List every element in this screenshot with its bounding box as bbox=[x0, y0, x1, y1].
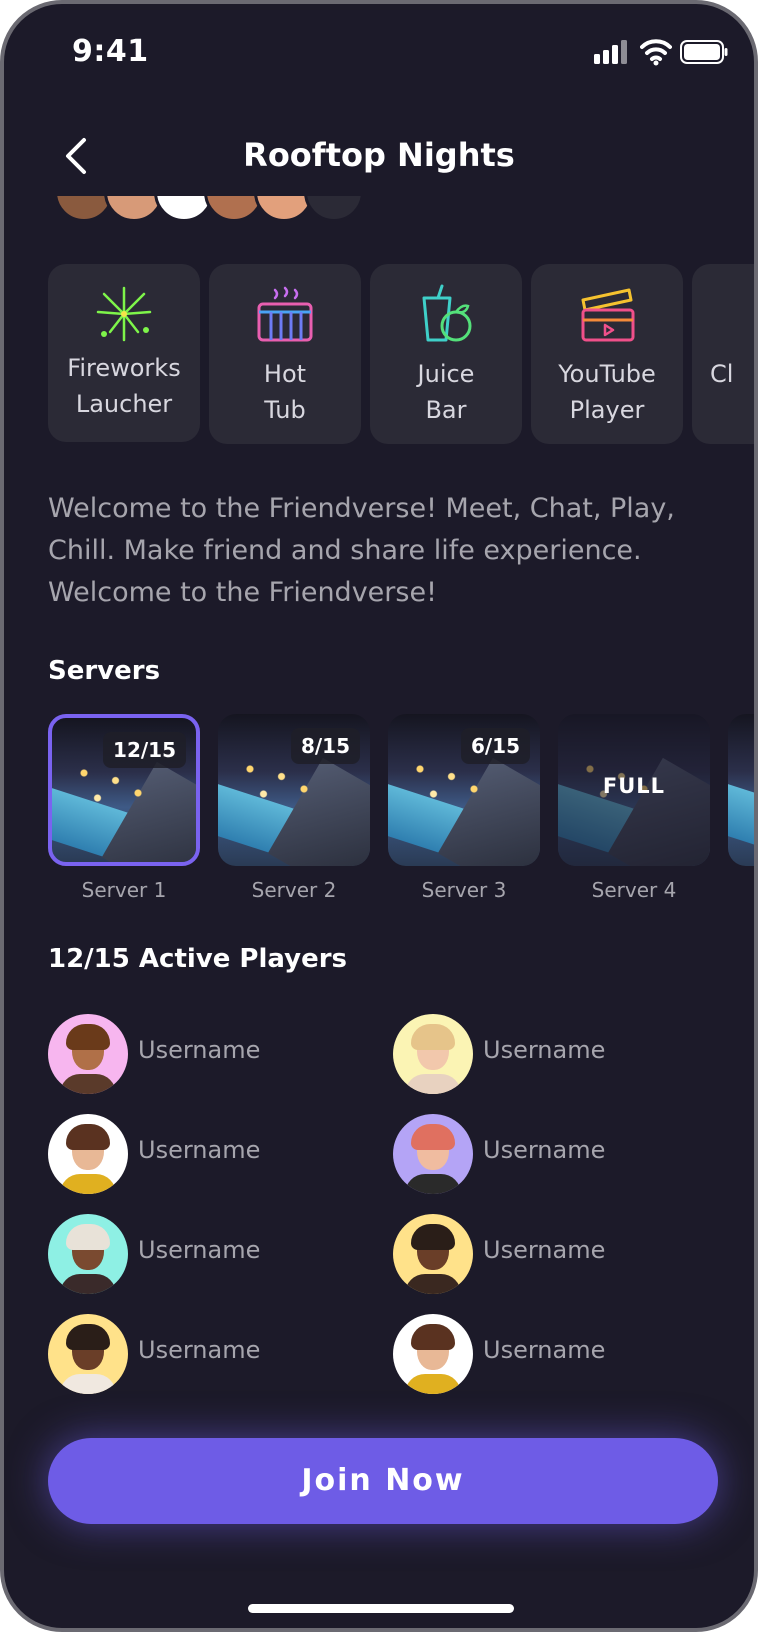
fireworks-icon bbox=[96, 286, 152, 342]
player-item[interactable]: Username bbox=[48, 1014, 368, 1094]
activity-card-partial[interactable]: Cl bbox=[692, 264, 754, 444]
server-count-badge: 6/15 bbox=[460, 728, 530, 764]
activity-label: Juice Bar bbox=[417, 360, 475, 424]
active-players-heading: 12/15 Active Players bbox=[48, 944, 348, 974]
servers-heading: Servers bbox=[48, 656, 161, 686]
server-carousel: 12/15 Server 1 8/15 Server 2 6/15 Server… bbox=[48, 714, 754, 904]
wifi-icon bbox=[640, 39, 672, 66]
battery-icon bbox=[680, 40, 728, 64]
server-count-badge: 8/15 bbox=[290, 728, 360, 764]
server-card-4[interactable]: FULL Server 4 bbox=[558, 714, 710, 902]
player-avatar bbox=[393, 1214, 473, 1294]
player-item[interactable]: Username bbox=[393, 1314, 713, 1394]
server-name: Server 3 bbox=[421, 878, 507, 902]
server-full-label: FULL bbox=[602, 774, 666, 798]
home-indicator bbox=[248, 1604, 514, 1613]
server-card-partial[interactable] bbox=[728, 714, 754, 866]
clapperboard-icon bbox=[581, 288, 635, 342]
player-item[interactable]: Username bbox=[393, 1214, 713, 1294]
player-item[interactable]: Username bbox=[48, 1214, 368, 1294]
player-username: Username bbox=[483, 1136, 606, 1164]
player-avatar bbox=[393, 1314, 473, 1394]
status-bar: 9:41 bbox=[4, 4, 754, 104]
server-thumbnail bbox=[728, 714, 754, 866]
player-item[interactable]: Username bbox=[48, 1114, 368, 1194]
member-avatar bbox=[304, 196, 364, 222]
activity-card-youtube-player[interactable]: YouTube Player bbox=[531, 264, 683, 444]
server-card-1[interactable]: 12/15 Server 1 bbox=[48, 714, 200, 902]
server-card-3[interactable]: 6/15 Server 3 bbox=[388, 714, 540, 902]
player-avatar bbox=[48, 1314, 128, 1394]
join-now-button[interactable]: Join Now bbox=[48, 1438, 718, 1524]
phone-frame: 9:41 Rooftop Nights Fireworks Laucher Ho… bbox=[0, 0, 758, 1632]
member-avatar-strip bbox=[54, 196, 374, 222]
server-thumbnail: 8/15 bbox=[218, 714, 370, 866]
server-thumbnail: FULL bbox=[558, 714, 710, 866]
server-name: Server 4 bbox=[591, 878, 677, 902]
activity-label: Hot Tub bbox=[263, 360, 307, 424]
player-username: Username bbox=[138, 1136, 261, 1164]
server-thumbnail: 6/15 bbox=[388, 714, 540, 866]
activity-card-juice-bar[interactable]: Juice Bar bbox=[370, 264, 522, 444]
player-item[interactable]: Username bbox=[393, 1114, 713, 1194]
player-username: Username bbox=[483, 1236, 606, 1264]
hot-tub-icon bbox=[257, 286, 313, 342]
player-username: Username bbox=[483, 1036, 606, 1064]
activity-label: YouTube Player bbox=[558, 360, 656, 424]
player-avatar bbox=[393, 1014, 473, 1094]
activity-label: Cl bbox=[710, 360, 734, 388]
activity-card-hot-tub[interactable]: Hot Tub bbox=[209, 264, 361, 444]
activity-card-fireworks[interactable]: Fireworks Laucher bbox=[48, 264, 200, 442]
player-username: Username bbox=[483, 1336, 606, 1364]
cellular-signal-icon bbox=[594, 40, 627, 64]
juice-bar-icon bbox=[422, 284, 472, 342]
room-description: Welcome to the Friendverse! Meet, Chat, … bbox=[48, 493, 675, 608]
status-time: 9:41 bbox=[72, 34, 149, 69]
player-avatar bbox=[48, 1014, 128, 1094]
server-thumbnail: 12/15 bbox=[48, 714, 200, 866]
page-title: Rooftop Nights bbox=[243, 136, 515, 174]
server-name: Server 1 bbox=[81, 878, 167, 902]
active-players-grid: Username Username Username Username User… bbox=[48, 1014, 748, 1394]
activity-carousel: Fireworks Laucher Hot Tub Juice Bar YouT… bbox=[48, 264, 754, 444]
activity-label: Fireworks Laucher bbox=[67, 354, 181, 418]
server-count-badge: 12/15 bbox=[103, 732, 186, 768]
header: Rooftop Nights bbox=[4, 124, 754, 188]
player-username: Username bbox=[138, 1036, 261, 1064]
player-avatar bbox=[393, 1114, 473, 1194]
server-name: Server 2 bbox=[251, 878, 337, 902]
player-avatar bbox=[48, 1114, 128, 1194]
player-username: Username bbox=[138, 1336, 261, 1364]
player-avatar bbox=[48, 1214, 128, 1294]
server-card-2[interactable]: 8/15 Server 2 bbox=[218, 714, 370, 902]
player-username: Username bbox=[138, 1236, 261, 1264]
player-item[interactable]: Username bbox=[393, 1014, 713, 1094]
player-item[interactable]: Username bbox=[48, 1314, 368, 1394]
